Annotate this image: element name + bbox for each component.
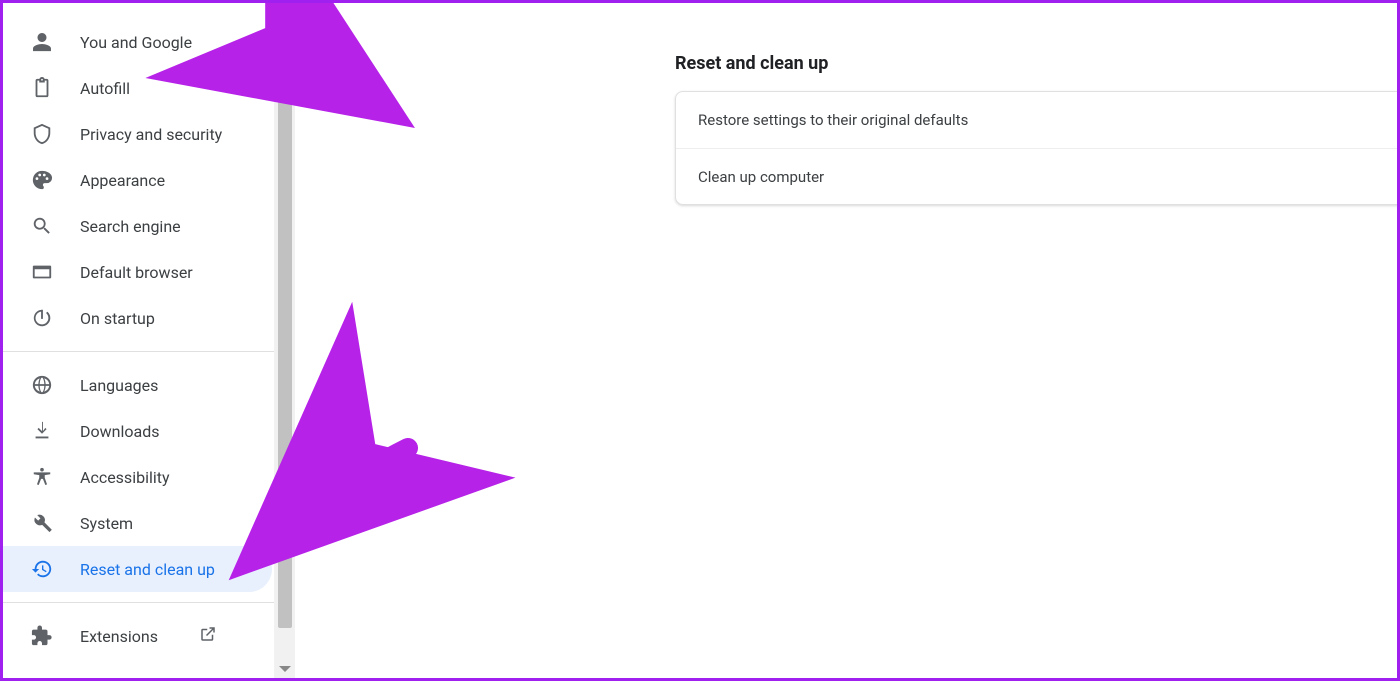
power-icon xyxy=(31,307,53,329)
sidebar-item-reset-clean-up[interactable]: Reset and clean up xyxy=(3,546,272,592)
scrollbar-thumb[interactable] xyxy=(278,23,292,628)
sidebar-item-label: System xyxy=(80,514,133,533)
reset-cleanup-card: Restore settings to their original defau… xyxy=(675,91,1400,205)
palette-icon xyxy=(31,169,53,191)
row-clean-up-computer[interactable]: Clean up computer xyxy=(676,148,1400,204)
sidebar-item-label: Accessibility xyxy=(80,468,170,487)
person-icon xyxy=(31,31,53,53)
wrench-icon xyxy=(31,512,53,534)
sidebar-item-downloads[interactable]: Downloads xyxy=(3,408,274,454)
sidebar-item-on-startup[interactable]: On startup xyxy=(3,295,274,341)
shield-icon xyxy=(31,123,53,145)
sidebar-item-label: Autofill xyxy=(80,79,130,98)
sidebar-item-appearance[interactable]: Appearance xyxy=(3,157,274,203)
sidebar-item-you-and-google[interactable]: You and Google xyxy=(3,19,274,65)
sidebar-item-system[interactable]: System xyxy=(3,500,274,546)
sidebar-item-default-browser[interactable]: Default browser xyxy=(3,249,274,295)
sidebar-item-label: Reset and clean up xyxy=(80,560,215,579)
sidebar-item-search-engine[interactable]: Search engine xyxy=(3,203,274,249)
accessibility-icon xyxy=(31,466,53,488)
sidebar-item-label: Search engine xyxy=(80,217,181,236)
sidebar-divider xyxy=(3,351,274,352)
globe-icon xyxy=(31,374,53,396)
download-icon xyxy=(31,420,53,442)
search-icon xyxy=(31,215,53,237)
scroll-down-arrow-icon[interactable] xyxy=(279,666,291,672)
sidebar-item-label: On startup xyxy=(80,309,155,328)
sidebar-item-label: Languages xyxy=(80,376,158,395)
sidebar-item-languages[interactable]: Languages xyxy=(3,362,274,408)
sidebar-item-label: You and Google xyxy=(80,33,192,52)
main-content: Reset and clean up Restore settings to t… xyxy=(295,3,1397,678)
row-label: Restore settings to their original defau… xyxy=(698,111,968,129)
sidebar-item-label: Extensions xyxy=(80,627,158,646)
sidebar-scrollbar[interactable] xyxy=(275,3,295,678)
scroll-up-arrow-icon[interactable] xyxy=(279,9,291,15)
sidebar-item-label: Downloads xyxy=(80,422,159,441)
sidebar-item-label: Appearance xyxy=(80,171,165,190)
open-external-icon xyxy=(199,625,217,647)
settings-sidebar: You and Google Autofill Privacy and secu… xyxy=(3,3,275,678)
sidebar-item-privacy-security[interactable]: Privacy and security xyxy=(3,111,274,157)
row-restore-defaults[interactable]: Restore settings to their original defau… xyxy=(676,92,1400,148)
clipboard-icon xyxy=(31,77,53,99)
sidebar-item-label: Default browser xyxy=(80,263,193,282)
sidebar-divider xyxy=(3,602,274,603)
extension-icon xyxy=(31,625,53,647)
sidebar-item-extensions[interactable]: Extensions xyxy=(3,613,274,659)
history-icon xyxy=(31,558,53,580)
sidebar-item-label: Privacy and security xyxy=(80,125,222,144)
row-label: Clean up computer xyxy=(698,168,824,186)
browser-icon xyxy=(31,261,53,283)
section-title: Reset and clean up xyxy=(675,53,828,74)
sidebar-item-accessibility[interactable]: Accessibility xyxy=(3,454,274,500)
sidebar-item-autofill[interactable]: Autofill xyxy=(3,65,274,111)
